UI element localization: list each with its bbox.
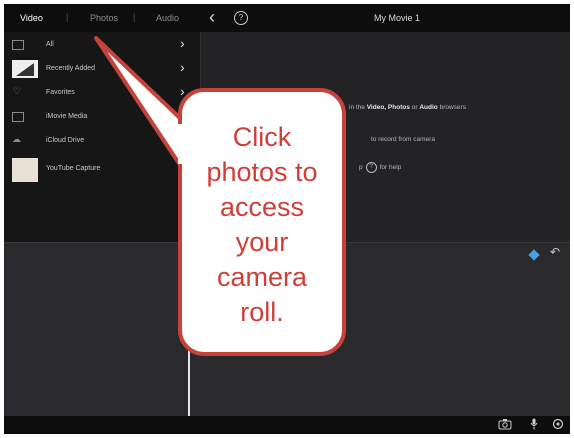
callout-line: camera	[216, 262, 308, 292]
album-thumbnail	[12, 60, 38, 78]
library-item-favorites[interactable]: ♡ Favorites ›	[4, 82, 200, 106]
album-thumbnail	[12, 158, 38, 182]
library-item-imovie-media[interactable]: iMovie Media	[4, 106, 200, 130]
library-item-icloud-drive[interactable]: ☁ iCloud Drive	[4, 130, 200, 154]
media-library: All › Recently Added › ♡ Favorites › iMo…	[4, 32, 201, 242]
tab-audio[interactable]: Audio	[156, 13, 179, 23]
album-thumbnail-image	[12, 60, 38, 78]
bottom-toolbar	[4, 416, 570, 434]
top-bar: Video | Photos | Audio ‹ ? My Movie 1	[4, 4, 570, 32]
cloud-icon: ☁	[12, 134, 21, 144]
microphone-icon-glyph	[530, 418, 538, 430]
camera-icon[interactable]	[498, 418, 512, 434]
tab-video[interactable]: Video	[20, 13, 43, 23]
callout-text: Click photos to access your camera roll.	[182, 120, 342, 330]
hint-video: Video,	[366, 104, 387, 111]
tab-separator: |	[66, 12, 69, 22]
library-item-label: Recently Added	[46, 65, 96, 72]
callout-line: Click	[232, 122, 292, 152]
project-settings-icon[interactable]	[528, 249, 540, 261]
hint-audio: Audio	[419, 104, 438, 111]
library-item-all[interactable]: All ›	[4, 34, 200, 58]
callout-line: roll.	[240, 297, 284, 327]
library-item-label: Favorites	[46, 89, 75, 96]
heart-icon: ♡	[13, 86, 22, 96]
viewer-hint-record: to record from camera	[371, 136, 435, 143]
tab-separator: |	[133, 12, 136, 22]
hint-text: browsers	[439, 104, 466, 111]
film-icon	[12, 112, 24, 122]
library-item-label: iMovie Media	[46, 113, 88, 120]
settings-icon[interactable]	[552, 418, 564, 434]
chevron-right-icon: ›	[180, 59, 185, 75]
hint-text: for help	[379, 164, 402, 172]
library-item-label: iCloud Drive	[46, 137, 85, 144]
help-icon[interactable]: ?	[234, 11, 248, 25]
library-item-recently-added[interactable]: Recently Added ›	[4, 58, 200, 82]
film-icon	[12, 40, 24, 50]
settings-icon-glyph	[552, 418, 564, 430]
camera-icon-glyph	[498, 419, 512, 430]
callout-line: photos to	[206, 157, 318, 187]
hint-photos: Photos	[387, 104, 410, 111]
viewer-hint-browsers: in the Video, Photos or Audio browsers	[349, 104, 466, 111]
hint-text: p	[359, 164, 363, 172]
undo-icon[interactable]: ↶	[550, 245, 560, 259]
library-item-label: All	[46, 41, 54, 48]
microphone-icon[interactable]	[530, 418, 538, 434]
hint-text: in the	[349, 104, 365, 111]
help-icon: ?	[365, 162, 377, 173]
library-item-label: YouTube Capture	[46, 165, 101, 172]
chevron-right-icon: ›	[180, 35, 185, 51]
library-item-youtube-capture[interactable]: YouTube Capture	[4, 156, 200, 184]
project-title: My Movie 1	[374, 13, 421, 23]
callout-line: access	[219, 192, 305, 222]
callout-bubble: Click photos to access your camera roll.	[178, 88, 346, 356]
callout-line: your	[235, 227, 289, 257]
tab-photos[interactable]: Photos	[90, 13, 118, 23]
chevron-left-icon[interactable]: ‹	[209, 7, 215, 27]
viewer-hint-help: p? for help	[359, 162, 401, 173]
hint-text: or	[411, 104, 418, 111]
